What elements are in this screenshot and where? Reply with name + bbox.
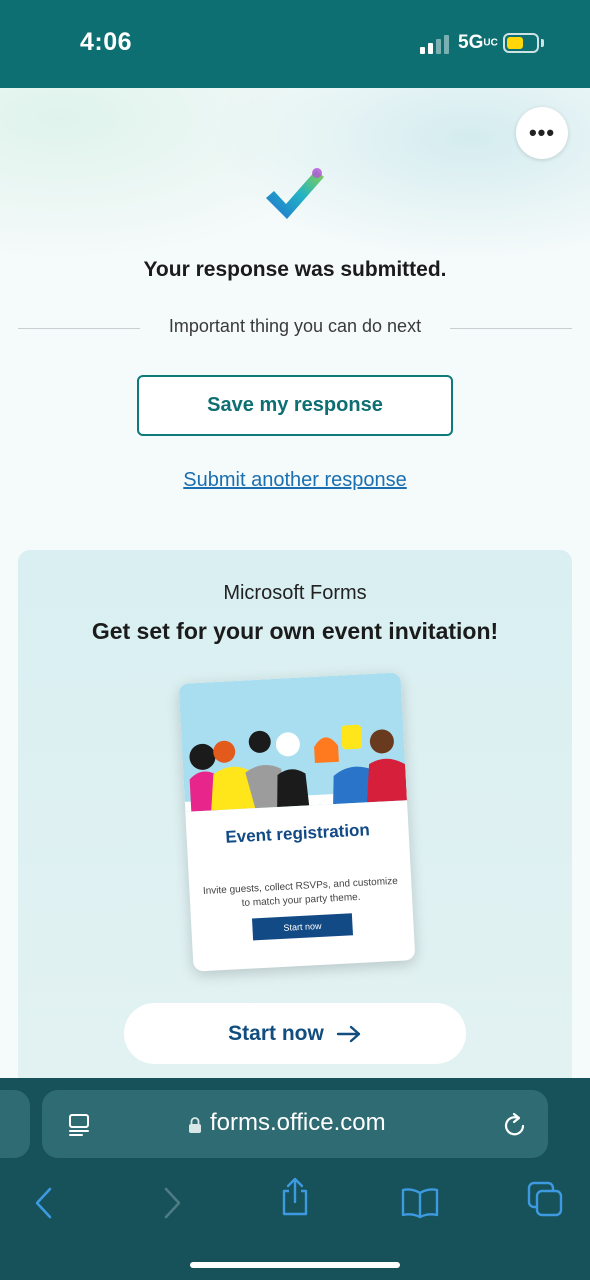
template-start-button: Start now xyxy=(251,913,354,941)
promo-headline: Get set for your own event invitation! xyxy=(91,618,499,644)
tabs-icon[interactable] xyxy=(526,1180,564,1218)
reload-icon[interactable] xyxy=(502,1111,528,1139)
checkmark-icon xyxy=(266,168,324,219)
people-illustration xyxy=(178,672,408,812)
browser-toolbar: forms.office.com xyxy=(0,1078,590,1280)
template-description: Invite guests, collect RSVPs, and custom… xyxy=(202,875,399,909)
submit-another-link[interactable]: Submit another response xyxy=(0,469,590,492)
previous-tab-peek[interactable] xyxy=(0,1090,30,1158)
lock-icon xyxy=(189,1117,201,1133)
address-bar[interactable]: forms.office.com xyxy=(42,1090,548,1158)
start-now-button[interactable]: Start now xyxy=(124,1003,466,1064)
home-indicator xyxy=(190,1262,400,1268)
network-type: 5GUC xyxy=(458,32,498,53)
status-time: 4:06 xyxy=(80,28,133,56)
more-options-button[interactable]: ••• xyxy=(516,107,568,159)
bookmarks-icon[interactable] xyxy=(400,1186,440,1220)
promo-card: Microsoft Forms Get set for your own eve… xyxy=(18,550,572,1078)
save-response-button[interactable]: Save my response xyxy=(137,375,453,436)
forward-icon[interactable] xyxy=(160,1186,184,1220)
status-bar: 4:06 5GUC xyxy=(0,0,590,88)
page-title: Your response was submitted. xyxy=(143,258,447,281)
start-now-label: Start now xyxy=(228,1021,324,1045)
cellular-signal-icon xyxy=(420,34,452,54)
promo-eyebrow: Microsoft Forms xyxy=(223,582,367,604)
url-text: forms.office.com xyxy=(210,1109,386,1136)
form-confirmation-page: ••• Your response was submitted. Importa… xyxy=(0,88,590,1078)
reader-icon[interactable] xyxy=(66,1112,92,1138)
event-template-preview: Event registration Invite guests, collec… xyxy=(178,672,416,972)
divider: Important thing you can do next xyxy=(18,316,572,338)
divider-text: Important thing you can do next xyxy=(168,316,422,336)
template-title: Event registration xyxy=(224,820,371,847)
back-icon[interactable] xyxy=(32,1186,56,1220)
share-icon[interactable] xyxy=(279,1176,311,1218)
battery-icon xyxy=(503,33,539,53)
arrow-right-icon xyxy=(336,1025,361,1042)
